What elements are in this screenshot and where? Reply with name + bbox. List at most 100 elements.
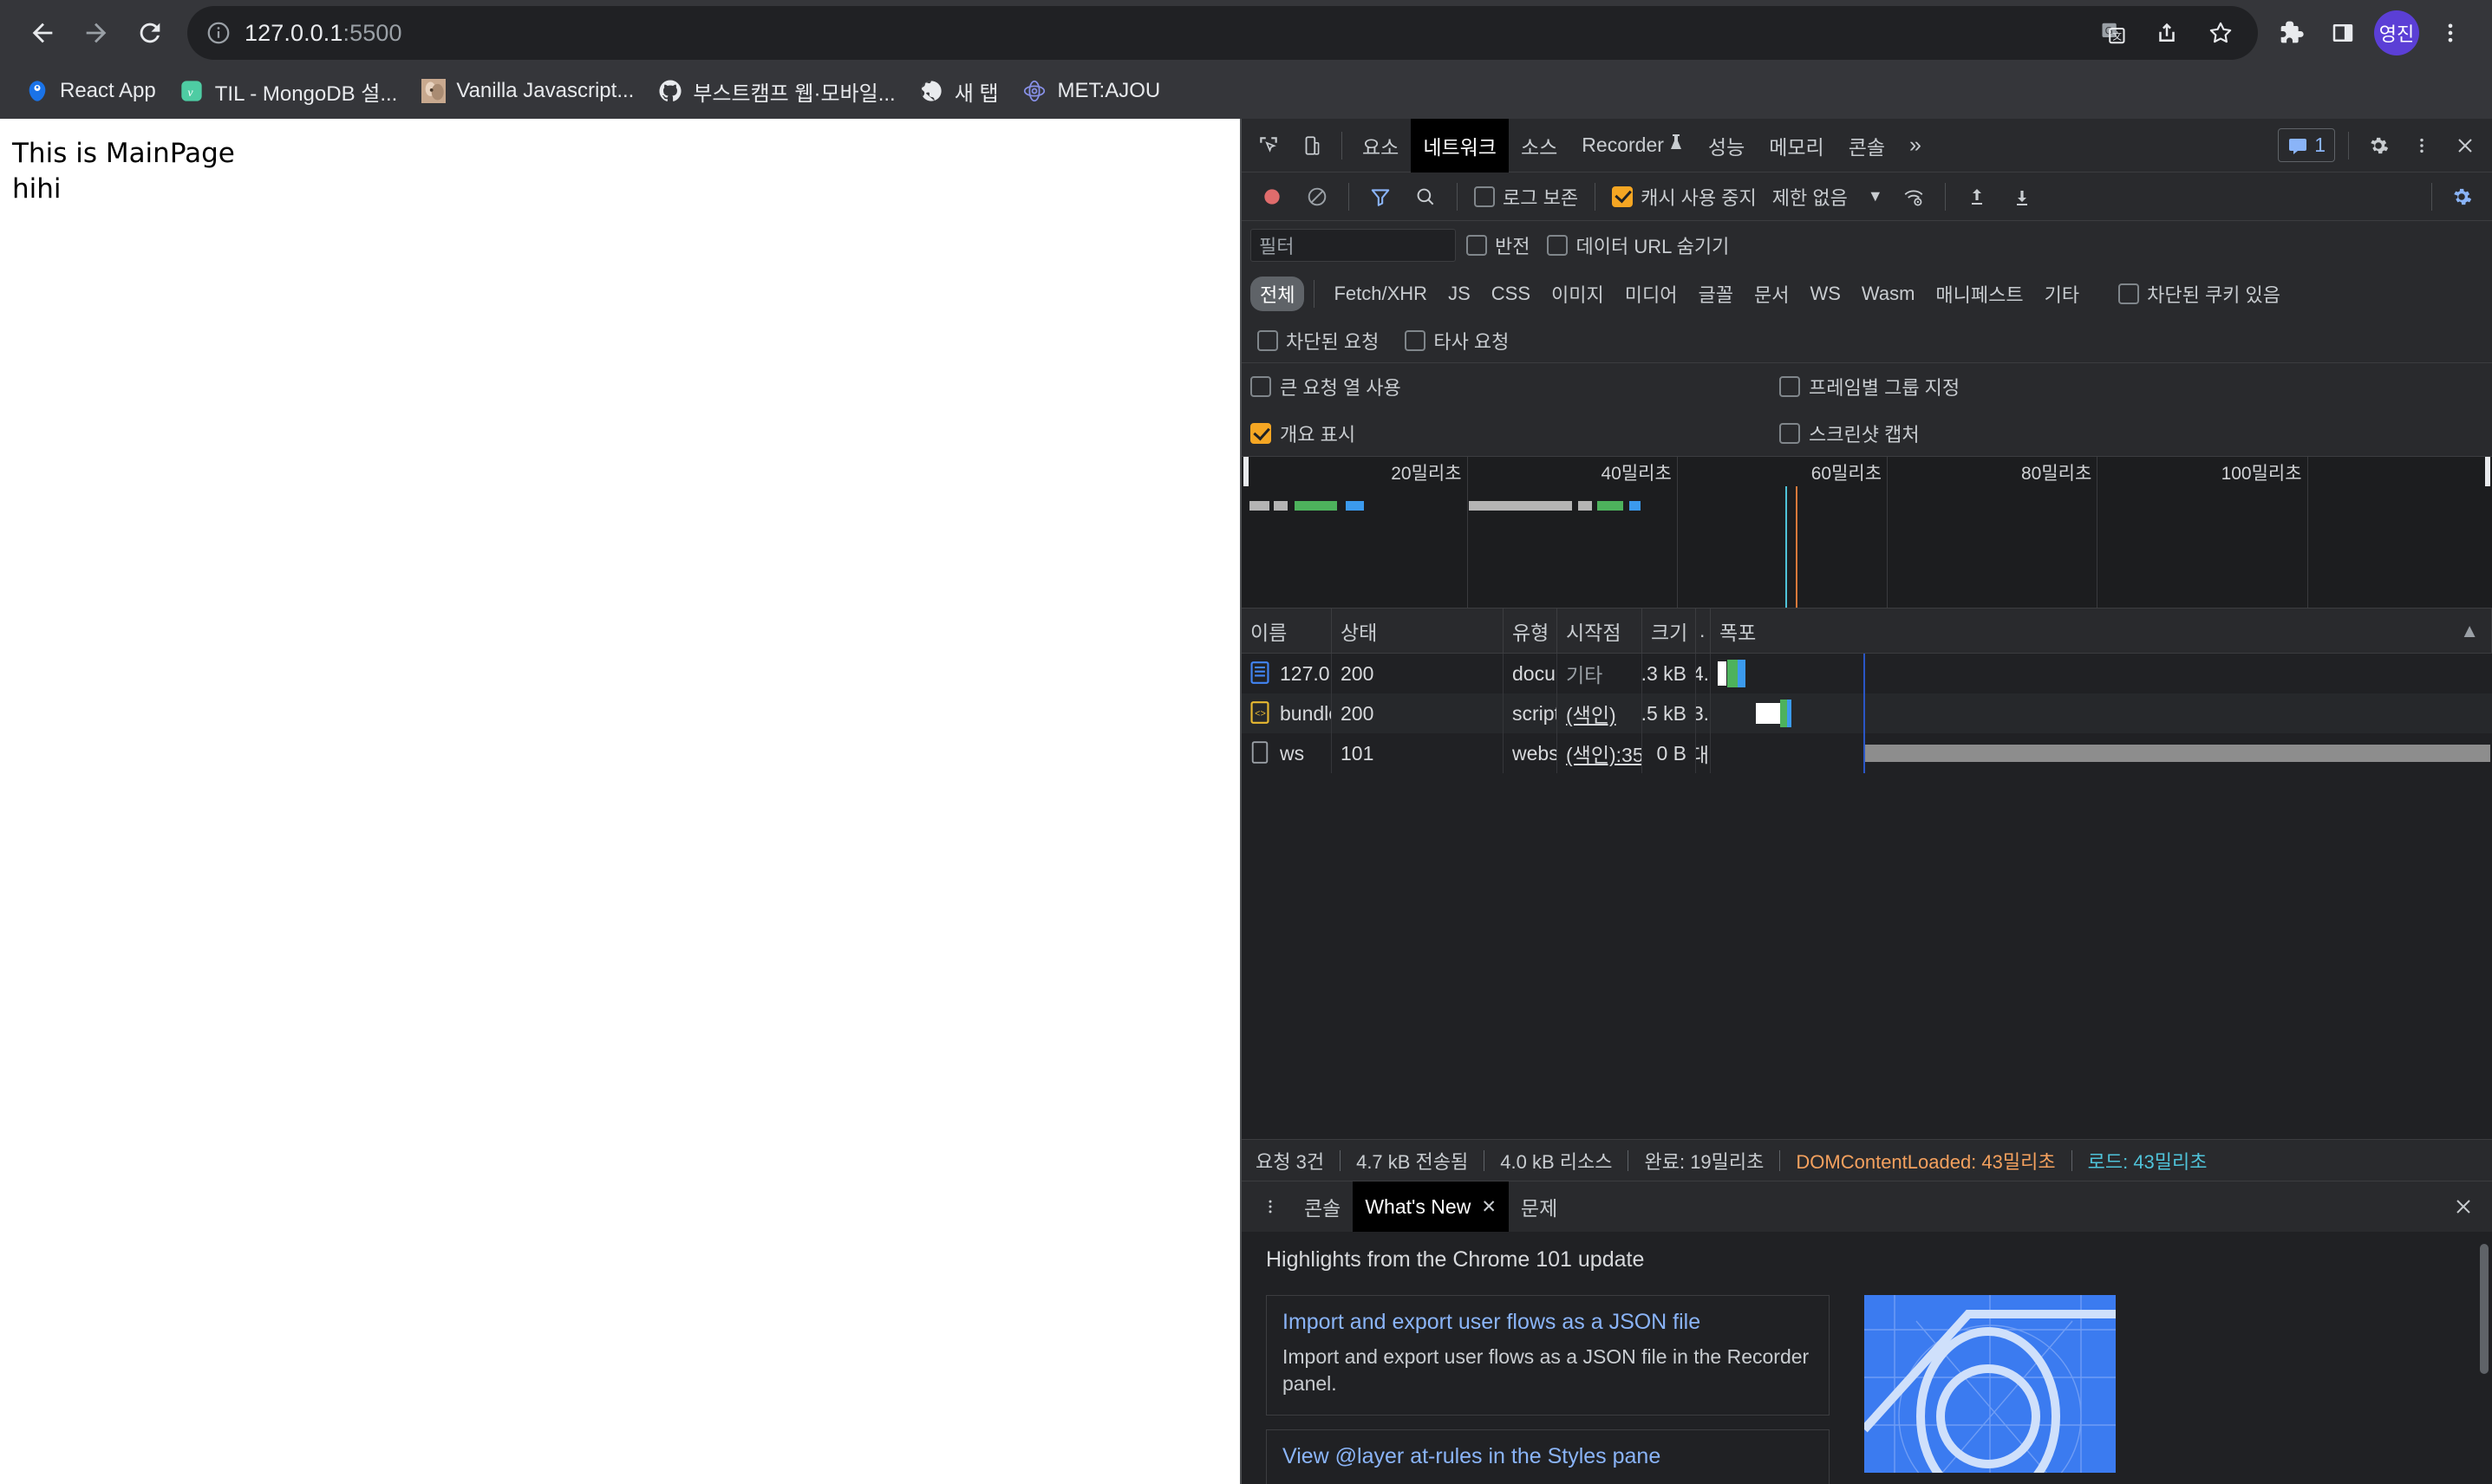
checkbox-box[interactable] [1779, 376, 1800, 397]
overview-left-handle[interactable] [1243, 457, 1249, 486]
checkbox-box[interactable] [1612, 186, 1634, 207]
throttling-select[interactable]: 제한 없음 ▼ [1765, 183, 1890, 211]
address-bar-text[interactable]: 127.0.0.1:5500 [245, 20, 402, 47]
column-header-initiator[interactable]: 시작점 [1557, 609, 1642, 653]
card-title-link[interactable]: Import and export user flows as a JSON f… [1282, 1310, 1813, 1335]
import-har-icon[interactable] [1955, 175, 1999, 218]
filter-input[interactable]: 필터 [1250, 229, 1456, 262]
cell-name[interactable]: <> bundle.js [1242, 693, 1332, 733]
type-filter-all[interactable]: 전체 [1250, 277, 1305, 311]
tab-sources[interactable]: 소스 [1509, 119, 1569, 172]
share-icon[interactable] [2142, 8, 2192, 58]
column-header-waterfall[interactable]: 폭포 ▲ [1711, 609, 2492, 653]
network-conditions-icon[interactable] [1892, 175, 1935, 218]
type-filter-img[interactable]: 이미지 [1542, 277, 1614, 311]
table-row[interactable]: 127.0.0.1 200 docu... 기타 2.3 kB 4. [1242, 654, 2492, 693]
tab-recorder[interactable]: Recorder [1569, 119, 1696, 172]
bookmark-react-app[interactable]: React App [12, 73, 167, 110]
bookmark-til-mongodb[interactable]: v TIL - MongoDB 설... [167, 71, 409, 112]
hide-data-urls-checkbox[interactable]: 데이터 URL 숨기기 [1540, 231, 1736, 259]
drawer-menu-icon[interactable] [1249, 1185, 1292, 1228]
chevron-down-icon[interactable]: ▼ [1868, 187, 1883, 205]
type-filter-ws[interactable]: WS [1800, 279, 1849, 309]
record-button[interactable] [1250, 175, 1294, 218]
network-overview-timeline[interactable]: 20밀리초 40밀리초 60밀리초 80밀리초 100밀리초 [1242, 457, 2492, 609]
initiator-link[interactable]: (색인):35 [1566, 739, 1641, 768]
bookmark-met-ajou[interactable]: MET:AJOU [1010, 73, 1172, 110]
address-bar[interactable]: 127.0.0.1:5500 G文 [187, 6, 2258, 60]
blocked-requests-checkbox[interactable]: 차단된 요청 [1250, 327, 1386, 355]
cell-name[interactable]: 127.0.0.1 [1242, 654, 1332, 693]
tab-elements[interactable]: 요소 [1350, 119, 1411, 172]
device-toolbar-icon[interactable] [1290, 124, 1334, 167]
type-filter-doc[interactable]: 문서 [1745, 277, 1798, 311]
forward-button[interactable] [69, 6, 123, 60]
show-overview-checkbox[interactable]: 개요 표시 [1250, 410, 1401, 457]
side-panel-icon[interactable] [2317, 7, 2369, 59]
inspect-element-icon[interactable] [1247, 124, 1290, 167]
invert-checkbox[interactable]: 반전 [1459, 231, 1536, 259]
big-request-rows-checkbox[interactable]: 큰 요청 열 사용 [1250, 363, 1401, 410]
filter-icon[interactable] [1359, 175, 1402, 218]
third-party-checkbox[interactable]: 타사 요청 [1398, 327, 1516, 355]
column-header-name[interactable]: 이름 [1242, 609, 1332, 653]
checkbox-box[interactable] [1257, 329, 1278, 351]
reload-button[interactable] [123, 6, 177, 60]
tab-network[interactable]: 네트워크 [1411, 118, 1509, 172]
type-filter-js[interactable]: JS [1438, 279, 1480, 309]
whats-new-card[interactable]: View @layer at-rules in the Styles pane [1266, 1429, 1830, 1484]
network-settings-gear-icon[interactable] [2440, 175, 2483, 218]
bookmark-boostcamp[interactable]: 부스트캠프 웹·모바일... [645, 71, 906, 112]
cell-name[interactable]: ws [1242, 733, 1332, 773]
tab-performance[interactable]: 성능 [1696, 119, 1757, 172]
type-filter-font[interactable]: 글꼴 [1688, 277, 1742, 311]
checkbox-box[interactable] [1547, 235, 1569, 256]
bookmark-vanilla-javascript[interactable]: Vanilla Javascript... [408, 73, 645, 110]
table-row[interactable]: <> bundle.js 200 script (색인) 2.5 kB 3. [1242, 693, 2492, 733]
capture-screenshots-checkbox[interactable]: 스크린샷 캡처 [1779, 410, 1960, 457]
gear-icon[interactable] [2357, 124, 2400, 167]
drawer-tab-whats-new[interactable]: What's New ✕ [1353, 1181, 1509, 1232]
clear-button[interactable] [1295, 175, 1339, 218]
profile-avatar[interactable]: 영진 [2374, 10, 2419, 55]
tab-console[interactable]: 콘솔 [1836, 119, 1897, 172]
card-title-link[interactable]: View @layer at-rules in the Styles pane [1282, 1444, 1813, 1469]
export-har-icon[interactable] [2000, 175, 2044, 218]
whats-new-card[interactable]: Import and export user flows as a JSON f… [1266, 1295, 1830, 1416]
devtools-menu-icon[interactable] [2400, 124, 2443, 167]
checkbox-box[interactable] [1779, 423, 1800, 444]
cell-initiator[interactable]: (색인):35 [1557, 733, 1642, 773]
bookmark-star-icon[interactable] [2195, 8, 2246, 58]
translate-icon[interactable]: G文 [2088, 8, 2138, 58]
close-icon[interactable]: ✕ [1481, 1196, 1497, 1218]
checkbox-box[interactable] [2118, 283, 2140, 304]
more-tabs-button[interactable]: » [1897, 119, 1934, 172]
disable-cache-checkbox[interactable]: 캐시 사용 중지 [1605, 183, 1764, 211]
column-header-size[interactable]: 크기 [1642, 609, 1696, 653]
cell-initiator[interactable]: (색인) [1557, 693, 1642, 733]
drawer-tab-issues[interactable]: 문제 [1509, 1181, 1569, 1232]
extensions-icon[interactable] [2265, 7, 2317, 59]
checkbox-box[interactable] [1474, 186, 1495, 207]
type-filter-media[interactable]: 미디어 [1615, 277, 1687, 311]
tab-memory[interactable]: 메모리 [1757, 119, 1836, 172]
type-filter-other[interactable]: 기타 [2035, 277, 2089, 311]
type-filter-manifest[interactable]: 매니페스트 [1926, 277, 2032, 311]
message-count-badge[interactable]: 1 [2278, 128, 2335, 162]
close-devtools-icon[interactable] [2443, 124, 2487, 167]
search-icon[interactable] [1404, 175, 1447, 218]
column-header-status[interactable]: 상태 [1332, 609, 1504, 653]
bookmark-new-tab[interactable]: 새 탭 [907, 71, 1010, 112]
table-row[interactable]: ws 101 webs... (색인):35 0 B 대 [1242, 733, 2492, 773]
checkbox-box[interactable] [1466, 235, 1487, 256]
column-header-type[interactable]: 유형 [1504, 609, 1557, 653]
checkbox-box[interactable] [1250, 423, 1271, 444]
back-button[interactable] [16, 6, 69, 60]
column-header-time[interactable]: . [1696, 609, 1711, 653]
overview-right-handle[interactable] [2485, 457, 2490, 486]
close-drawer-icon[interactable] [2442, 1185, 2485, 1228]
initiator-link[interactable]: (색인) [1566, 699, 1616, 728]
chrome-menu-icon[interactable] [2424, 7, 2476, 59]
checkbox-box[interactable] [1250, 376, 1271, 397]
type-filter-css[interactable]: CSS [1482, 279, 1540, 309]
